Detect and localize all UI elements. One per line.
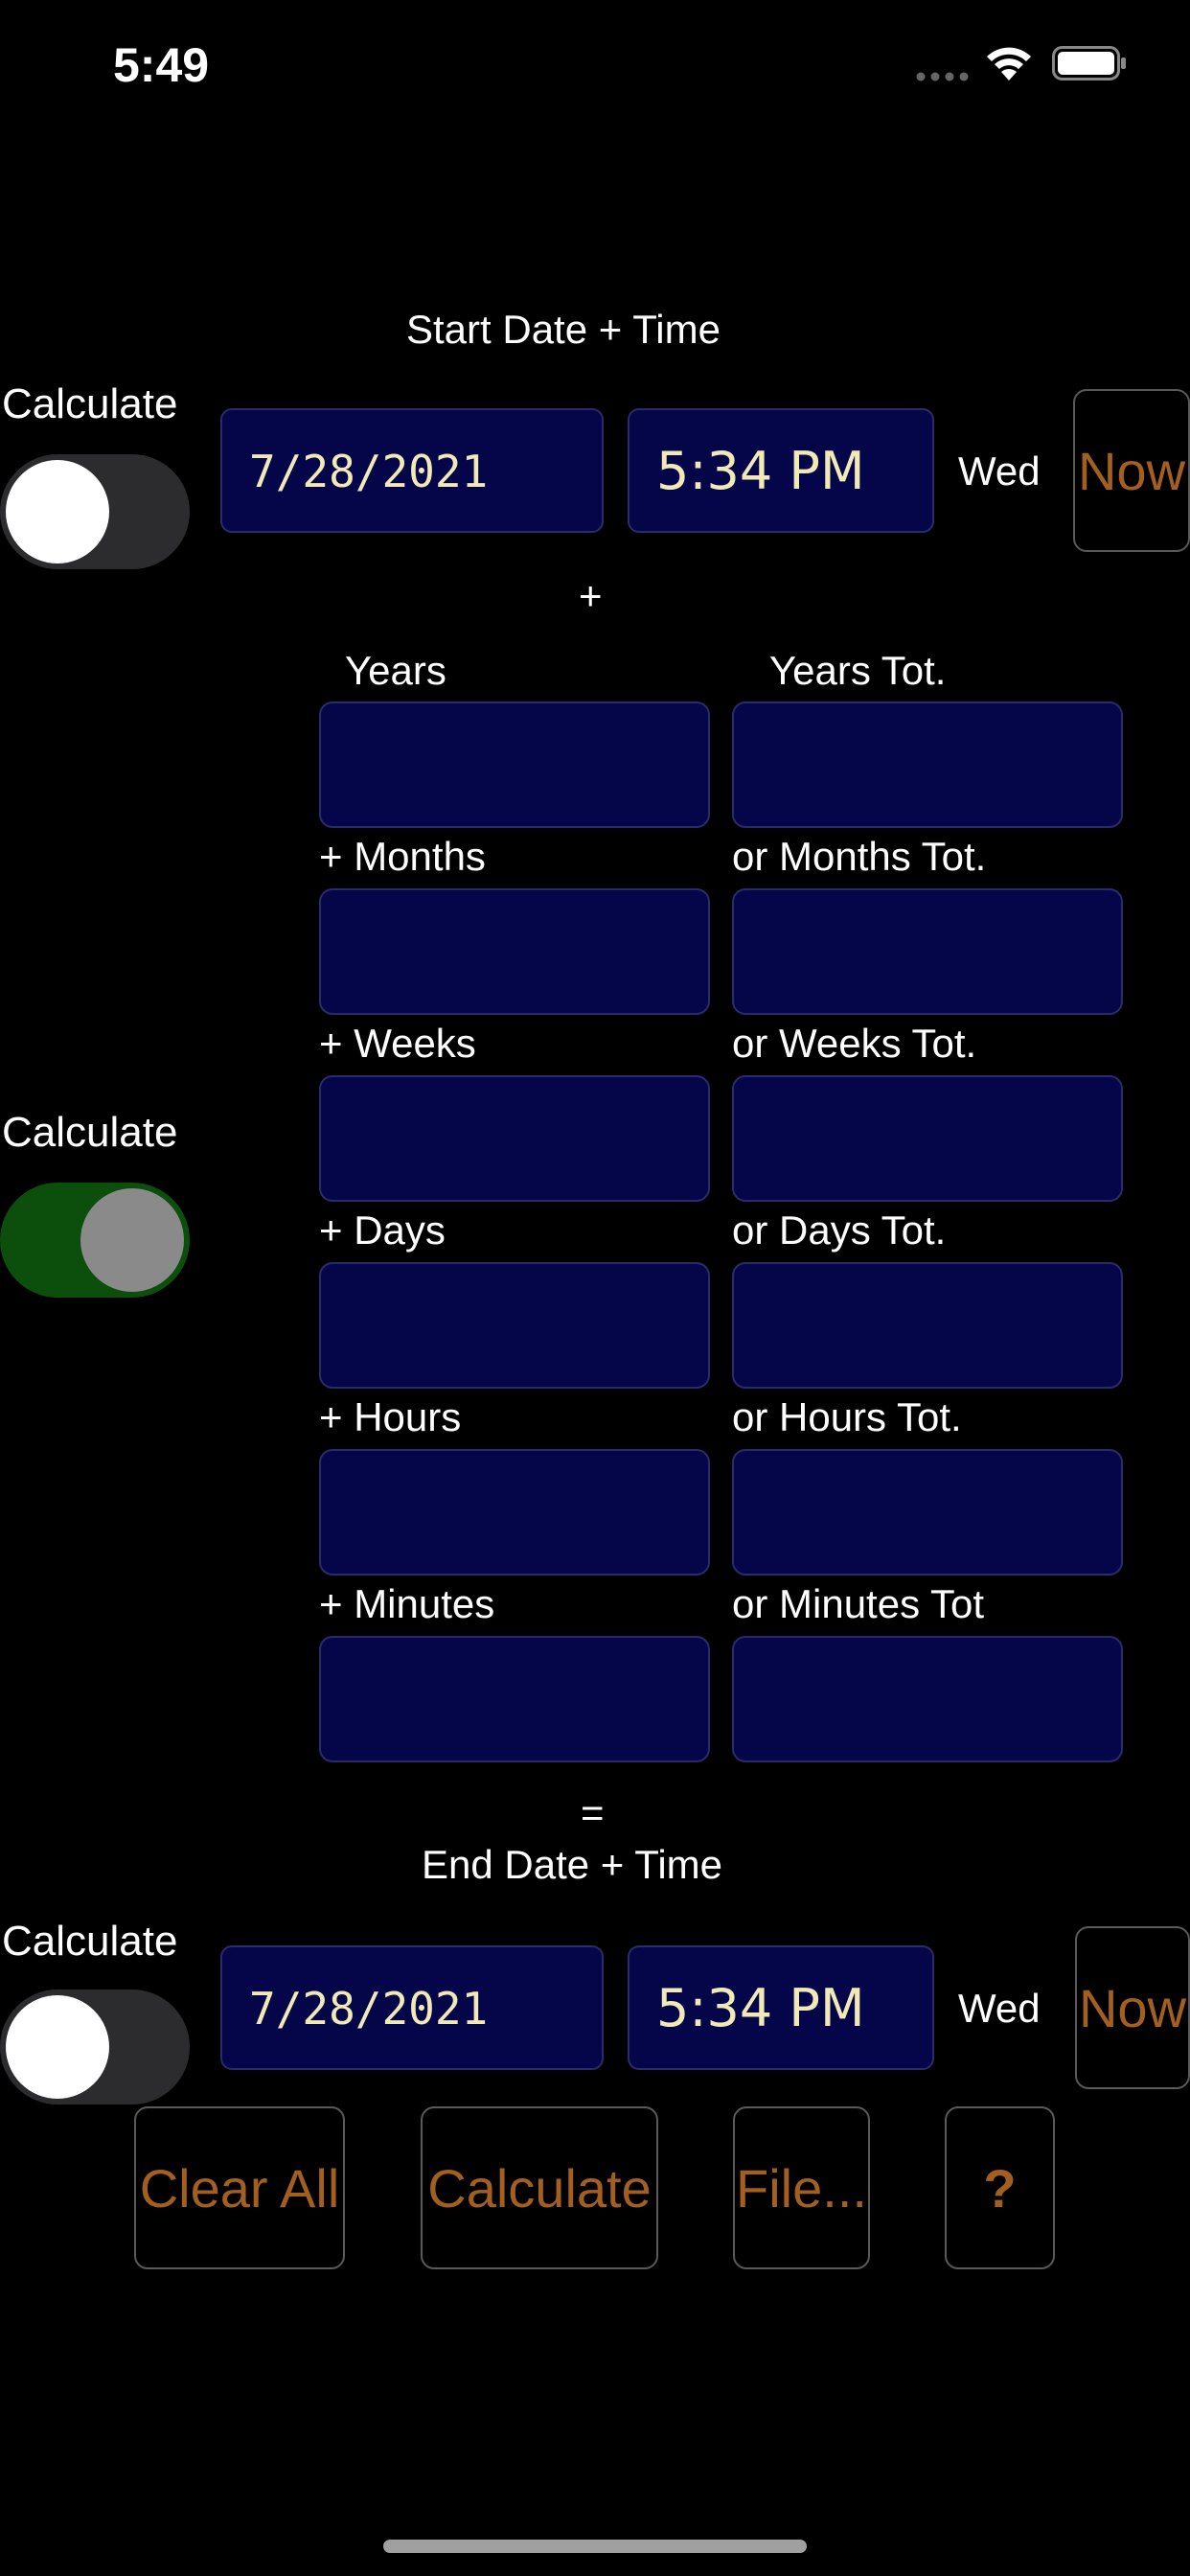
weeks-input[interactable]: [319, 1075, 710, 1202]
end-calculate-label: Calculate: [2, 1918, 178, 1965]
days-total-label: or Days Tot.: [732, 1208, 947, 1253]
months-input[interactable]: [319, 888, 710, 1015]
months-total-label: or Months Tot.: [732, 834, 987, 879]
start-now-button[interactable]: Now: [1073, 389, 1190, 552]
start-weekday: Wed: [958, 448, 1041, 494]
file-button[interactable]: File...: [733, 2106, 870, 2269]
wifi-icon: [985, 44, 1033, 82]
years-total-input[interactable]: [732, 702, 1123, 828]
end-date-field[interactable]: 7/28/2021: [220, 1945, 604, 2070]
months-label: + Months: [319, 834, 486, 879]
start-calculate-label: Calculate: [2, 380, 178, 427]
end-title: End Date + Time: [422, 1842, 722, 1887]
hours-label: + Hours: [319, 1394, 462, 1439]
equals-sign: =: [581, 1790, 605, 1835]
middle-calculate-toggle[interactable]: [0, 1183, 190, 1298]
calculate-button[interactable]: Calculate: [421, 2106, 658, 2269]
minutes-input[interactable]: [319, 1636, 710, 1762]
years-total-label: Years Tot.: [769, 648, 947, 693]
toggle-knob: [6, 1995, 109, 2099]
days-input[interactable]: [319, 1262, 710, 1389]
battery-icon: [1052, 44, 1129, 82]
weeks-label: + Weeks: [319, 1021, 476, 1066]
months-total-input[interactable]: [732, 888, 1123, 1015]
start-title: Start Date + Time: [406, 307, 721, 352]
end-weekday: Wed: [958, 1986, 1041, 2031]
hours-input[interactable]: [319, 1449, 710, 1576]
minutes-total-input[interactable]: [732, 1636, 1123, 1762]
days-total-input[interactable]: [732, 1262, 1123, 1389]
help-button[interactable]: ?: [945, 2106, 1055, 2269]
days-label: + Days: [319, 1208, 446, 1253]
end-time-field[interactable]: 5:34 PM: [628, 1945, 934, 2070]
middle-calculate-label: Calculate: [2, 1109, 178, 1156]
hours-total-label: or Hours Tot.: [732, 1394, 962, 1439]
minutes-total-label: or Minutes Tot: [732, 1581, 985, 1626]
home-indicator[interactable]: [383, 2540, 807, 2553]
toggle-knob: [80, 1188, 184, 1292]
years-input[interactable]: [319, 702, 710, 828]
end-calculate-toggle[interactable]: [0, 1990, 190, 2104]
clear-all-button[interactable]: Clear All: [134, 2106, 345, 2269]
start-time-field[interactable]: 5:34 PM: [628, 408, 934, 533]
status-time: 5:49: [113, 38, 210, 92]
minutes-label: + Minutes: [319, 1581, 495, 1626]
plus-sign: +: [579, 573, 603, 618]
years-label: Years: [345, 648, 446, 693]
hours-total-input[interactable]: [732, 1449, 1123, 1576]
weeks-total-label: or Weeks Tot.: [732, 1021, 977, 1066]
start-calculate-toggle[interactable]: [0, 454, 190, 569]
cellular-signal-icon: [916, 69, 973, 81]
start-date-field[interactable]: 7/28/2021: [220, 408, 604, 533]
weeks-total-input[interactable]: [732, 1075, 1123, 1202]
end-now-button[interactable]: Now: [1075, 1926, 1190, 2089]
toggle-knob: [6, 460, 109, 564]
